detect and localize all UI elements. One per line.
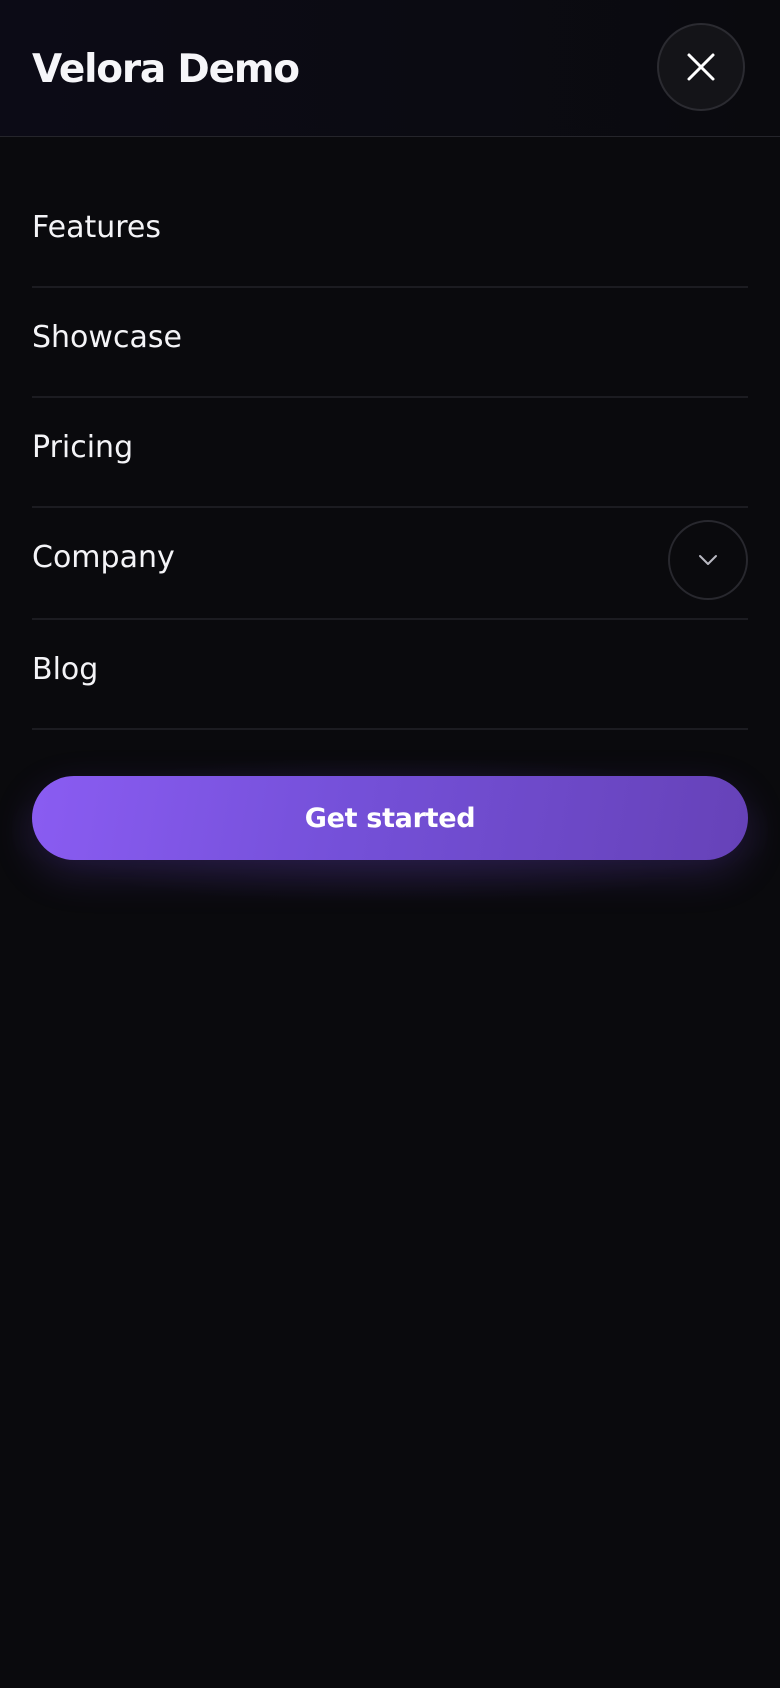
nav-item-showcase[interactable]: Showcase — [32, 288, 748, 398]
nav-item-label: Pricing — [32, 430, 134, 465]
nav-item-pricing[interactable]: Pricing — [32, 398, 748, 508]
mobile-nav: Features Showcase Pricing Company Blog — [32, 178, 748, 730]
close-icon — [687, 53, 715, 81]
get-started-button[interactable]: Get started — [32, 776, 748, 860]
nav-item-features[interactable]: Features — [32, 178, 748, 288]
nav-item-blog[interactable]: Blog — [32, 620, 748, 730]
nav-item-label: Blog — [32, 652, 99, 687]
nav-item-company[interactable]: Company — [32, 508, 748, 620]
chevron-down-icon — [699, 555, 717, 565]
menu-header: Velora Demo — [0, 0, 780, 137]
brand-name[interactable]: Velora Demo — [32, 44, 300, 96]
close-menu-button[interactable] — [657, 23, 745, 111]
nav-item-label: Features — [32, 210, 161, 245]
nav-item-label: Company — [32, 540, 175, 575]
nav-item-label: Showcase — [32, 320, 182, 355]
mobile-menu-page: Velora Demo Features Showcase Pricing Co… — [0, 0, 780, 1688]
company-expand-button[interactable] — [668, 520, 748, 600]
get-started-label: Get started — [304, 802, 476, 834]
